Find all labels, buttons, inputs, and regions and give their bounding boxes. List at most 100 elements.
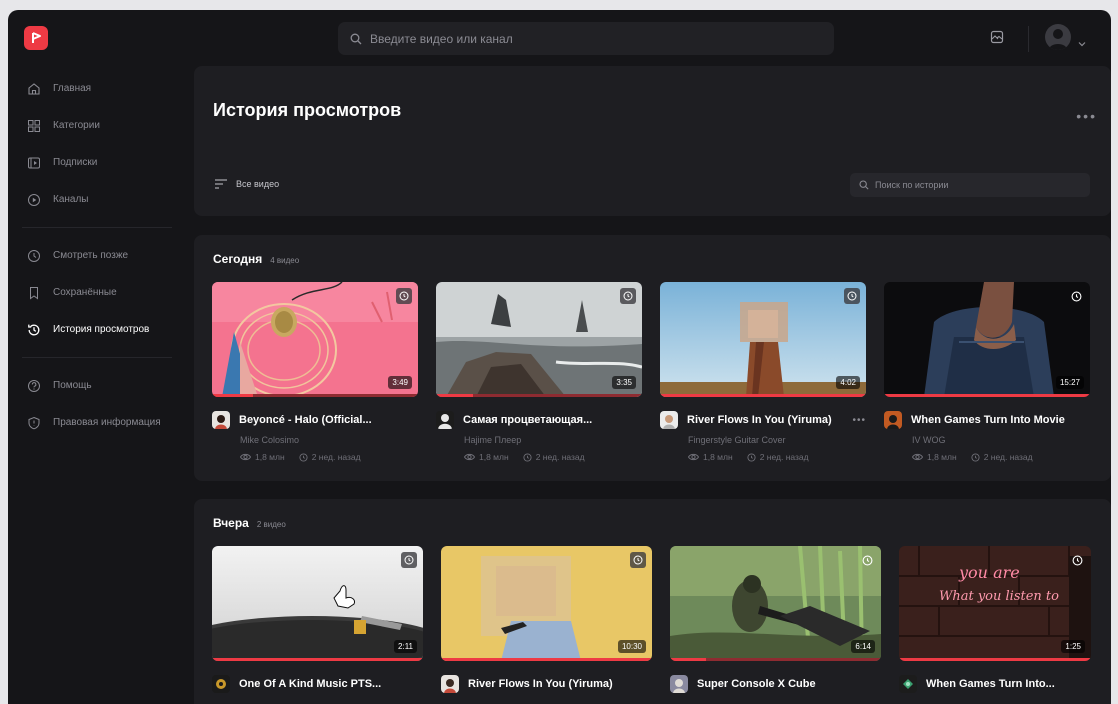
video-meta: 1,8 млн 2 нед. назад bbox=[912, 452, 1090, 462]
video-meta: 1,8 млн 2 нед. назад bbox=[464, 452, 642, 462]
channel-avatar[interactable] bbox=[212, 411, 230, 429]
video-card[interactable]: 3:49 Beyoncé - Halo (Official... Mike Co… bbox=[212, 282, 418, 462]
clock-icon bbox=[404, 555, 414, 565]
chevron-down-icon[interactable] bbox=[1078, 34, 1086, 52]
watch-later-button[interactable] bbox=[401, 552, 417, 568]
clock-icon bbox=[747, 452, 756, 462]
watch-later-button[interactable] bbox=[630, 552, 646, 568]
sidebar-divider bbox=[22, 357, 172, 358]
section-title-text: Сегодня bbox=[213, 252, 263, 266]
channel-avatar[interactable] bbox=[670, 675, 688, 693]
video-card[interactable]: 2:11 One Of A Kind Music PTS... bbox=[212, 546, 423, 693]
sidebar-item-label: Помощь bbox=[53, 380, 92, 391]
video-title[interactable]: One Of A Kind Music PTS... bbox=[239, 678, 423, 690]
video-card[interactable]: 4:02 River Flows In You (Yiruma) ••• Fin… bbox=[660, 282, 866, 462]
card-more-icon[interactable]: ••• bbox=[852, 415, 866, 426]
channel-name[interactable]: Mike Colosimo bbox=[240, 435, 418, 445]
subscriptions-icon bbox=[28, 157, 40, 168]
svg-text:What you listen to: What you listen to bbox=[939, 589, 1059, 604]
watch-later-button[interactable] bbox=[1068, 288, 1084, 304]
channel-avatar[interactable] bbox=[212, 675, 230, 693]
video-title[interactable]: When Games Turn Into Movie bbox=[911, 414, 1090, 426]
sidebar-item-label: Подписки bbox=[53, 157, 98, 168]
eye-icon bbox=[688, 453, 699, 461]
media-icon[interactable] bbox=[990, 30, 1008, 48]
watch-progress-bar bbox=[670, 658, 881, 661]
channel-avatar[interactable] bbox=[436, 411, 454, 429]
video-card[interactable]: 15:27 When Games Turn Into Movie IV WOG … bbox=[884, 282, 1090, 462]
sidebar-divider bbox=[22, 227, 172, 228]
watched-ago: 2 нед. назад bbox=[535, 452, 585, 462]
video-duration: 3:49 bbox=[388, 376, 412, 389]
watch-later-button[interactable] bbox=[1069, 552, 1085, 568]
watch-later-button[interactable] bbox=[859, 552, 875, 568]
sidebar-item-saved[interactable]: Сохранённые bbox=[8, 274, 184, 311]
channel-name[interactable]: Fingerstyle Guitar Cover bbox=[688, 435, 866, 445]
channel-name[interactable]: IV WOG bbox=[912, 435, 1090, 445]
watch-progress-bar bbox=[436, 394, 642, 397]
more-options-icon[interactable]: ••• bbox=[1076, 108, 1097, 124]
video-duration: 3:35 bbox=[612, 376, 636, 389]
shield-icon bbox=[28, 416, 40, 429]
channel-avatar[interactable] bbox=[884, 411, 902, 429]
video-thumbnail[interactable]: you are What you listen to 1:25 bbox=[899, 546, 1091, 661]
video-card[interactable]: 3:35 Самая процветающая... Hajime Плеер … bbox=[436, 282, 642, 462]
channel-name[interactable]: Hajime Плеер bbox=[464, 435, 642, 445]
sidebar-item-home[interactable]: Главная bbox=[8, 70, 184, 107]
sidebar: Главная Категории Подписки Каналы Смотре… bbox=[8, 70, 184, 441]
sidebar-item-watch-later[interactable]: Смотреть позже bbox=[8, 237, 184, 274]
sidebar-item-history[interactable]: История просмотров bbox=[8, 311, 184, 348]
sidebar-item-help[interactable]: Помощь bbox=[8, 367, 184, 404]
search-input[interactable]: Введите видео или канал bbox=[338, 22, 834, 55]
clock-icon bbox=[523, 452, 532, 462]
video-duration: 4:02 bbox=[836, 376, 860, 389]
filter-button[interactable]: Все видео bbox=[214, 178, 279, 190]
video-title[interactable]: River Flows In You (Yiruma) bbox=[687, 414, 846, 426]
video-title[interactable]: Самая процветающая... bbox=[463, 414, 642, 426]
channel-avatar[interactable] bbox=[441, 675, 459, 693]
video-thumbnail[interactable]: 3:35 bbox=[436, 282, 642, 397]
sidebar-item-legal[interactable]: Правовая информация bbox=[8, 404, 184, 441]
video-title[interactable]: Beyoncé - Halo (Official... bbox=[239, 414, 418, 426]
video-thumbnail[interactable]: 15:27 bbox=[884, 282, 1090, 397]
sidebar-item-categories[interactable]: Категории bbox=[8, 107, 184, 144]
sidebar-item-label: Смотреть позже bbox=[53, 250, 129, 261]
video-thumbnail[interactable]: 4:02 bbox=[660, 282, 866, 397]
video-thumbnail[interactable]: 3:49 bbox=[212, 282, 418, 397]
sidebar-item-subscriptions[interactable]: Подписки bbox=[8, 144, 184, 181]
user-avatar[interactable] bbox=[1045, 24, 1071, 50]
watch-progress-bar bbox=[884, 394, 1090, 397]
watch-later-button[interactable] bbox=[844, 288, 860, 304]
video-thumbnail[interactable]: 2:11 bbox=[212, 546, 423, 661]
watch-later-button[interactable] bbox=[620, 288, 636, 304]
video-title[interactable]: Super Console X Cube bbox=[697, 678, 881, 690]
logo-icon[interactable] bbox=[24, 26, 48, 50]
video-thumbnail[interactable]: 6:14 bbox=[670, 546, 881, 661]
channel-avatar[interactable] bbox=[899, 675, 917, 693]
section-title-text: Вчера bbox=[213, 516, 249, 530]
watched-ago: 2 нед. назад bbox=[983, 452, 1033, 462]
video-card[interactable]: you are What you listen to 1:25 When Gam… bbox=[899, 546, 1091, 693]
clock-icon bbox=[847, 291, 857, 301]
watch-progress-fill bbox=[899, 658, 1091, 661]
app-window: Введите видео или канал Главная Категори… bbox=[8, 10, 1111, 704]
history-search-input[interactable]: Поиск по истории bbox=[850, 173, 1090, 197]
clock-icon bbox=[971, 452, 980, 462]
watch-progress-fill bbox=[436, 394, 474, 397]
page-title: История просмотров bbox=[213, 100, 402, 120]
video-thumbnail[interactable]: 10:30 bbox=[441, 546, 652, 661]
history-header-panel: История просмотров ••• Все видео Поиск п… bbox=[194, 66, 1111, 216]
video-card[interactable]: 6:14 Super Console X Cube bbox=[670, 546, 881, 693]
watch-later-button[interactable] bbox=[396, 288, 412, 304]
video-meta: 1,8 млн 2 нед. назад bbox=[240, 452, 418, 462]
video-title[interactable]: River Flows In You (Yiruma) bbox=[468, 678, 652, 690]
video-card[interactable]: 10:30 River Flows In You (Yiruma) bbox=[441, 546, 652, 693]
section-title: Сегодня 4 видео bbox=[213, 252, 299, 266]
sidebar-item-label: Каналы bbox=[53, 194, 89, 205]
view-count: 1,8 млн bbox=[255, 452, 285, 462]
video-title[interactable]: When Games Turn Into... bbox=[926, 678, 1091, 690]
sidebar-item-channels[interactable]: Каналы bbox=[8, 181, 184, 218]
sidebar-item-label: Главная bbox=[53, 83, 92, 94]
channel-avatar[interactable] bbox=[660, 411, 678, 429]
eye-icon bbox=[464, 453, 475, 461]
